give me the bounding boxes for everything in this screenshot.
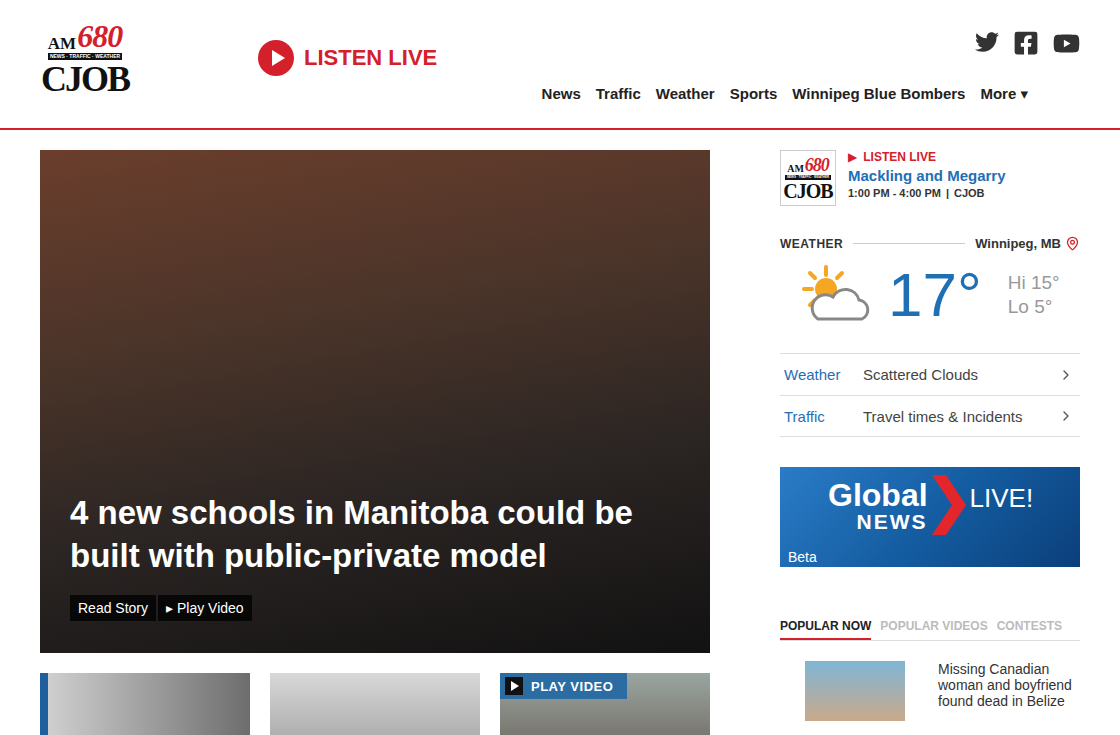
- chevron-right-icon: [1058, 408, 1074, 424]
- hero-headline[interactable]: 4 new schools in Manitoba could be built…: [70, 491, 690, 577]
- logo-tagline: NEWS · TRAFFIC · WEATHER: [48, 53, 122, 60]
- main-nav: News Traffic Weather Sports Winnipeg Blue Bo…: [542, 85, 1080, 103]
- hero-action-button[interactable]: ▸ Play Video: [158, 595, 252, 621]
- show-name[interactable]: Mackling and Megarry: [848, 167, 1006, 184]
- chevron-right-icon: [1058, 367, 1074, 383]
- video-badge: PLAY VIDEO: [500, 673, 627, 699]
- tab[interactable]: CONTESTS: [997, 619, 1062, 640]
- info-row[interactable]: TrafficTravel times & Incidents: [780, 395, 1080, 437]
- play-icon: [258, 40, 294, 76]
- twitter-icon[interactable]: [975, 30, 999, 54]
- sidebar: AM680NEWS · TRAFFIC · WEATHERCJOB ▶LISTEN…: [780, 150, 1080, 735]
- more-menu[interactable]: More ▾: [980, 85, 1028, 103]
- hero-action-button[interactable]: Read Story: [70, 595, 156, 621]
- global-news-live-banner[interactable]: GlobalNEWSLIVE!Beta: [780, 467, 1080, 567]
- beta-tag: Beta: [788, 549, 1072, 565]
- popular-tabs: POPULAR NOW POPULAR VIDEOS CONTESTS: [780, 619, 1080, 641]
- nav-link[interactable]: Traffic: [596, 85, 641, 103]
- logo-frequency: 680: [77, 20, 122, 52]
- story-cards: PLAY VIDEO: [40, 673, 710, 735]
- partly-cloudy-icon: [790, 263, 874, 327]
- nav-link[interactable]: Weather: [656, 85, 715, 103]
- weather-header: WEATHERWinnipeg, MB: [780, 236, 1080, 251]
- low-temperature: Lo 5°: [1008, 296, 1060, 318]
- logo[interactable]: AM680NEWS · TRAFFIC · WEATHERCJOB: [782, 156, 834, 201]
- info-row[interactable]: WeatherScattered Clouds: [780, 353, 1080, 395]
- logo-am: AM: [787, 164, 804, 174]
- weather-location[interactable]: Winnipeg, MB: [975, 236, 1080, 251]
- temperature: 17°: [888, 264, 982, 326]
- chevron-logo-icon: [932, 475, 966, 535]
- facebook-icon[interactable]: [1013, 30, 1039, 56]
- popular-story[interactable]: Missing Canadian woman and boyfriend fou…: [780, 641, 1080, 721]
- page: AM680NEWS · TRAFFIC · WEATHERCJOBLISTEN …: [0, 0, 1120, 735]
- nav-link[interactable]: News: [542, 85, 581, 103]
- logo-am: AM: [48, 35, 76, 52]
- listen-live-button[interactable]: LISTEN LIVE: [258, 40, 437, 76]
- logo-frequency: 680: [805, 156, 829, 174]
- play-icon: [505, 677, 523, 695]
- header: AM680NEWS · TRAFFIC · WEATHERCJOB LISTEN …: [0, 0, 1120, 130]
- logo-call-sign: CJOB: [783, 181, 832, 201]
- high-temperature: Hi 15°: [1008, 272, 1060, 294]
- show-time: 1:00 PM - 4:00 PM|CJOB: [848, 187, 1006, 199]
- logo[interactable]: AM680NEWS · TRAFFIC · WEATHERCJOB: [40, 20, 130, 97]
- logo-tagline: NEWS · TRAFFIC · WEATHER: [785, 175, 831, 180]
- nav-link[interactable]: Sports: [730, 85, 778, 103]
- youtube-icon[interactable]: [1053, 30, 1080, 57]
- nav-link[interactable]: Winnipeg Blue Bombers: [792, 85, 965, 103]
- logo-call-sign: CJOB: [41, 61, 129, 97]
- hero-story[interactable]: 4 new schools in Manitoba could be built…: [40, 150, 710, 653]
- listen-live-label[interactable]: ▶LISTEN LIVE: [848, 150, 1006, 164]
- story-thumbnail: [805, 661, 905, 721]
- social-links: [975, 30, 1080, 57]
- now-playing: AM680NEWS · TRAFFIC · WEATHERCJOB ▶LISTEN…: [780, 150, 1080, 206]
- story-card[interactable]: [40, 673, 250, 735]
- tab[interactable]: POPULAR NOW: [780, 619, 871, 640]
- current-weather: 17° Hi 15°Lo 5°: [790, 263, 1080, 327]
- tab[interactable]: POPULAR VIDEOS: [880, 619, 987, 640]
- map-pin-icon: [1065, 236, 1080, 251]
- story-card[interactable]: PLAY VIDEO: [500, 673, 710, 735]
- main: 4 new schools in Manitoba could be built…: [0, 130, 1120, 735]
- story-card[interactable]: [270, 673, 480, 735]
